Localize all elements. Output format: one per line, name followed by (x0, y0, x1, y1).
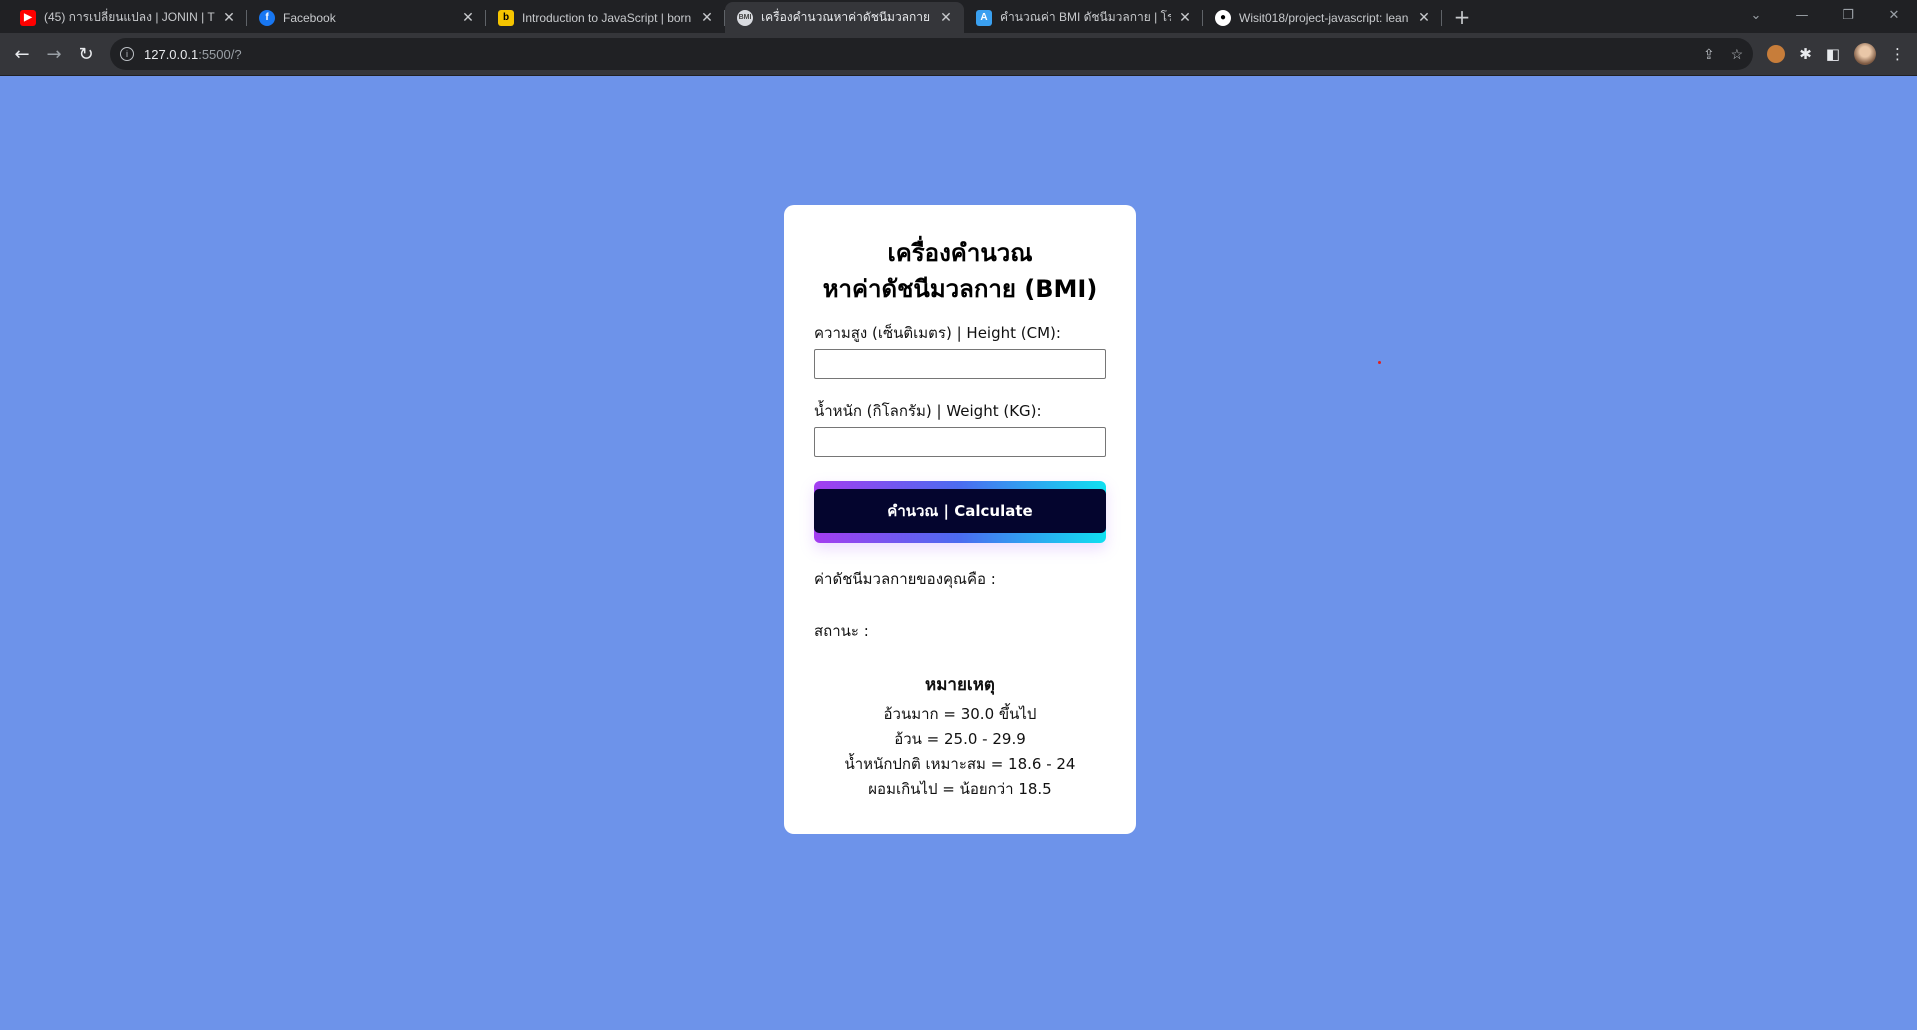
extension-icon[interactable] (1767, 45, 1786, 63)
page-viewport: เครื่องคำนวณ หาค่าดัชนีมวลกาย (BMI) ความ… (0, 76, 1917, 1030)
weight-label: น้ำหนัก (กิโลกรัม) | Weight (KG): (814, 402, 1042, 420)
close-icon[interactable]: ✕ (221, 9, 237, 26)
bmi-status: สถานะ : (814, 622, 869, 640)
tab-4[interactable]: A คำนวณค่า BMI ดัชนีมวลกาย | โรงพ ✕ (964, 2, 1203, 33)
tab-title: Wisit018/project-javascript: lean (1239, 10, 1409, 25)
tab-title: (45) การเปลี่ยนแปลง | JONIN | THE (44, 10, 215, 24)
calculate-button[interactable]: คำนวณ | Calculate (814, 481, 1106, 543)
weight-input[interactable] (814, 427, 1106, 457)
forward-icon[interactable]: → (38, 38, 70, 70)
url-host: 127.0.0.1 (144, 46, 199, 62)
url-path: :5500/? (198, 46, 242, 62)
borntodev-icon: b (498, 9, 514, 26)
note-line: น้ำหนักปกติ เหมาะสม = 18.6 - 24 (844, 755, 1076, 773)
hospital-icon: A (976, 9, 992, 26)
tab-2[interactable]: b Introduction to JavaScript | born ✕ (486, 2, 725, 33)
tab-title: คำนวณค่า BMI ดัชนีมวลกาย | โรงพ (1000, 10, 1171, 24)
side-panel-icon[interactable]: ◧ (1826, 45, 1840, 63)
extensions-area: ✱ ◧ ⋮ (1761, 43, 1911, 65)
share-icon[interactable]: ⇪ (1703, 46, 1715, 63)
tab-title: เครื่องคำนวณหาค่าดัชนีมวลกาย (BMI (761, 10, 932, 24)
note-section: หมายเหตุ อ้วนมาก = 30.0 ขึ้นไป อ้วน = 25… (814, 671, 1106, 802)
puzzle-icon[interactable]: ✱ (1799, 45, 1812, 63)
new-tab-button[interactable]: + (1448, 3, 1476, 31)
close-icon[interactable]: ✕ (1416, 9, 1432, 26)
window-controls: ⌄ — ❐ ✕ (1733, 0, 1917, 30)
youtube-icon: ▶ (20, 9, 36, 26)
tab-5[interactable]: ● Wisit018/project-javascript: lean ✕ (1203, 2, 1442, 33)
github-icon: ● (1215, 9, 1231, 26)
tab-title: Facebook (283, 10, 336, 25)
tab-title: Introduction to JavaScript | born (522, 10, 692, 25)
back-icon[interactable]: ← (6, 38, 38, 70)
note-title: หมายเหตุ (925, 675, 995, 695)
note-line: อ้วนมาก = 30.0 ขึ้นไป (883, 705, 1037, 723)
title-line-2: หาค่าดัชนีมวลกาย (BMI) (822, 275, 1098, 303)
bookmark-star-icon[interactable]: ☆ (1731, 46, 1744, 63)
close-icon[interactable]: ✕ (699, 9, 715, 26)
height-input[interactable] (814, 349, 1106, 379)
bmi-card: เครื่องคำนวณ หาค่าดัชนีมวลกาย (BMI) ความ… (784, 205, 1136, 834)
bmi-result: ค่าดัชนีมวลกายของคุณคือ : (814, 570, 996, 588)
note-line: อ้วน = 25.0 - 29.9 (894, 730, 1026, 748)
close-icon[interactable]: ✕ (1177, 9, 1193, 26)
close-window-icon[interactable]: ✕ (1871, 8, 1917, 23)
menu-icon[interactable]: ⋮ (1890, 45, 1905, 63)
avatar[interactable] (1854, 43, 1876, 65)
info-icon[interactable]: i (120, 47, 134, 61)
cursor-dot (1378, 361, 1381, 364)
browser-toolbar: ← → ↻ i 127.0.0.1:5500/? ⇪ ☆ ✱ ◧ ⋮ (0, 33, 1917, 76)
address-bar[interactable]: i 127.0.0.1:5500/? ⇪ ☆ (110, 38, 1754, 70)
height-label: ความสูง (เซ็นติเมตร) | Height (CM): (814, 324, 1061, 342)
note-line: ผอมเกินไป = น้อยกว่า 18.5 (868, 780, 1052, 798)
tab-1[interactable]: f Facebook ✕ (247, 2, 486, 33)
close-icon[interactable]: ✕ (460, 9, 476, 26)
bmi-icon: BMI (737, 9, 753, 26)
tab-search-icon[interactable]: ⌄ (1733, 8, 1779, 23)
facebook-icon: f (259, 9, 275, 26)
tab-strip: ▶ (45) การเปลี่ยนแปลง | JONIN | THE ✕ f … (0, 0, 1917, 33)
page-title: เครื่องคำนวณ หาค่าดัชนีมวลกาย (BMI) (814, 235, 1106, 307)
minimize-icon[interactable]: — (1779, 8, 1825, 23)
title-line-1: เครื่องคำนวณ (887, 239, 1033, 267)
restore-icon[interactable]: ❐ (1825, 8, 1871, 23)
calculate-button-label: คำนวณ | Calculate (814, 489, 1106, 533)
tab-3[interactable]: BMI เครื่องคำนวณหาค่าดัชนีมวลกาย (BMI ✕ (725, 2, 964, 33)
close-icon[interactable]: ✕ (938, 9, 954, 26)
tab-0[interactable]: ▶ (45) การเปลี่ยนแปลง | JONIN | THE ✕ (8, 2, 247, 33)
reload-icon[interactable]: ↻ (70, 38, 102, 70)
